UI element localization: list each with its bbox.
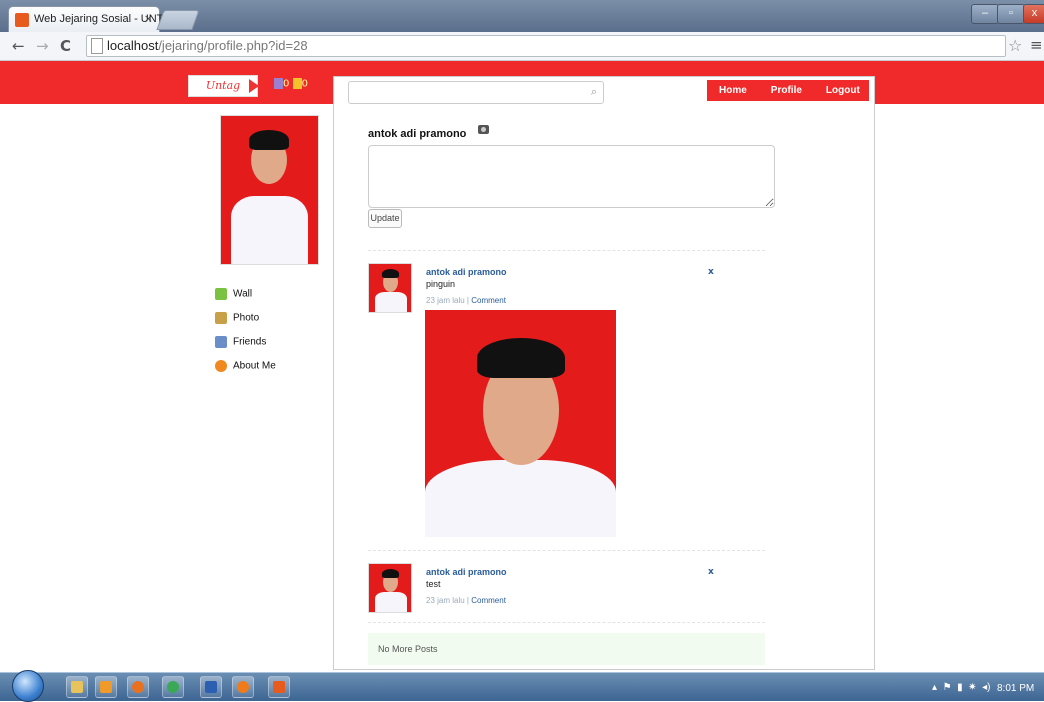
sidebar-item-wall[interactable]: Wall: [215, 288, 252, 306]
post-time: 23 jam lalu: [426, 296, 465, 305]
post-time: 23 jam lalu: [426, 596, 465, 605]
maximize-button[interactable]: ▫: [997, 4, 1025, 24]
post-meta: 23 jam lalu | Comment: [426, 596, 506, 605]
xampp-taskbar-icon[interactable]: [232, 676, 254, 698]
browser-tab[interactable]: Web Jejaring Sosial - UNT ×: [8, 6, 163, 33]
post-photo[interactable]: [425, 310, 616, 537]
meta-separator: |: [466, 596, 469, 605]
post-author[interactable]: antok adi pramono: [426, 567, 507, 577]
url-host: localhost: [107, 38, 159, 53]
post-divider: [368, 622, 765, 623]
post-author[interactable]: antok adi pramono: [426, 267, 507, 277]
sidebar-item-friends[interactable]: Friends: [215, 336, 266, 354]
taskbar-clock[interactable]: 8:01 PM: [997, 683, 1034, 694]
comment-link[interactable]: Comment: [471, 296, 506, 305]
friend-request-count: 0: [283, 78, 290, 90]
no-more-posts-notice: No More Posts: [368, 633, 765, 665]
about-icon: [215, 360, 227, 372]
sidebar-item-about-me[interactable]: About Me: [215, 360, 276, 378]
menu-icon[interactable]: ≡: [1030, 36, 1043, 54]
post-text: pinguin: [426, 279, 456, 289]
wall-icon: [215, 288, 227, 300]
post-avatar[interactable]: [368, 263, 412, 313]
photo-icon: [215, 312, 227, 324]
browser-toolbar: ← → C localhost/jejaring/profile.php?id=…: [0, 32, 1044, 61]
post-divider: [368, 250, 765, 251]
windows-taskbar: [0, 672, 1044, 701]
xampp-panel-taskbar-icon[interactable]: [268, 676, 290, 698]
word-taskbar-icon[interactable]: [200, 676, 222, 698]
nav-profile[interactable]: Profile: [759, 80, 814, 101]
search-input[interactable]: ⌕: [348, 81, 604, 104]
message-icon[interactable]: [292, 78, 302, 89]
comment-link[interactable]: Comment: [471, 596, 506, 605]
nav-home[interactable]: Home: [707, 80, 759, 101]
sidebar-item-label: About Me: [233, 360, 276, 372]
back-arrow-icon[interactable]: ←: [12, 37, 25, 55]
firefox-taskbar-icon[interactable]: [127, 676, 149, 698]
sidebar-item-photo[interactable]: Photo: [215, 312, 259, 330]
status-textarea[interactable]: [368, 145, 775, 208]
favicon-icon: [15, 13, 29, 27]
delete-post-button[interactable]: x: [708, 567, 714, 577]
page-icon: [91, 38, 103, 54]
start-button[interactable]: [12, 670, 44, 702]
post-text: test: [426, 579, 441, 589]
profile-user-name[interactable]: antok adi pramono: [368, 128, 466, 140]
friend-request-icon[interactable]: [274, 78, 283, 89]
browser-title-bar: Web Jejaring Sosial - UNT × – ▫ x: [0, 0, 1044, 33]
post-meta: 23 jam lalu | Comment: [426, 296, 506, 305]
window-close-button[interactable]: x: [1023, 4, 1044, 24]
tab-close-icon[interactable]: ×: [144, 12, 153, 25]
message-count: 0: [301, 78, 308, 90]
meta-separator: |: [466, 296, 469, 305]
chrome-taskbar-icon[interactable]: [162, 676, 184, 698]
nav-logout[interactable]: Logout: [814, 80, 872, 101]
minimize-button[interactable]: –: [971, 4, 999, 24]
reload-icon[interactable]: C: [60, 37, 71, 55]
delete-post-button[interactable]: x: [708, 267, 714, 277]
post-avatar[interactable]: [368, 563, 412, 613]
new-tab-button[interactable]: [156, 10, 200, 30]
friends-icon: [215, 336, 227, 348]
system-tray: ▴ ⚑ ▮ ✷ ◂): [932, 682, 991, 693]
update-button[interactable]: Update: [368, 209, 402, 228]
bookmark-star-icon[interactable]: ☆: [1008, 36, 1022, 55]
address-bar[interactable]: localhost/jejaring/profile.php?id=28: [86, 35, 1006, 57]
camera-icon[interactable]: [478, 125, 489, 134]
forward-arrow-icon[interactable]: →: [36, 37, 49, 55]
site-logo[interactable]: Untag: [188, 75, 259, 97]
top-navigation: Home Profile Logout: [707, 80, 869, 101]
profile-photo: [220, 115, 319, 265]
post-divider: [368, 550, 765, 551]
notification-area: 0 0: [274, 78, 308, 90]
sidebar-item-label: Wall: [233, 288, 253, 300]
url-path: /jejaring/profile.php?id=28: [158, 38, 308, 53]
explorer-taskbar-icon[interactable]: [66, 676, 88, 698]
sidebar-item-label: Photo: [233, 312, 260, 324]
sidebar-item-label: Friends: [233, 336, 267, 348]
media-taskbar-icon[interactable]: [95, 676, 117, 698]
search-icon[interactable]: ⌕: [591, 85, 597, 99]
